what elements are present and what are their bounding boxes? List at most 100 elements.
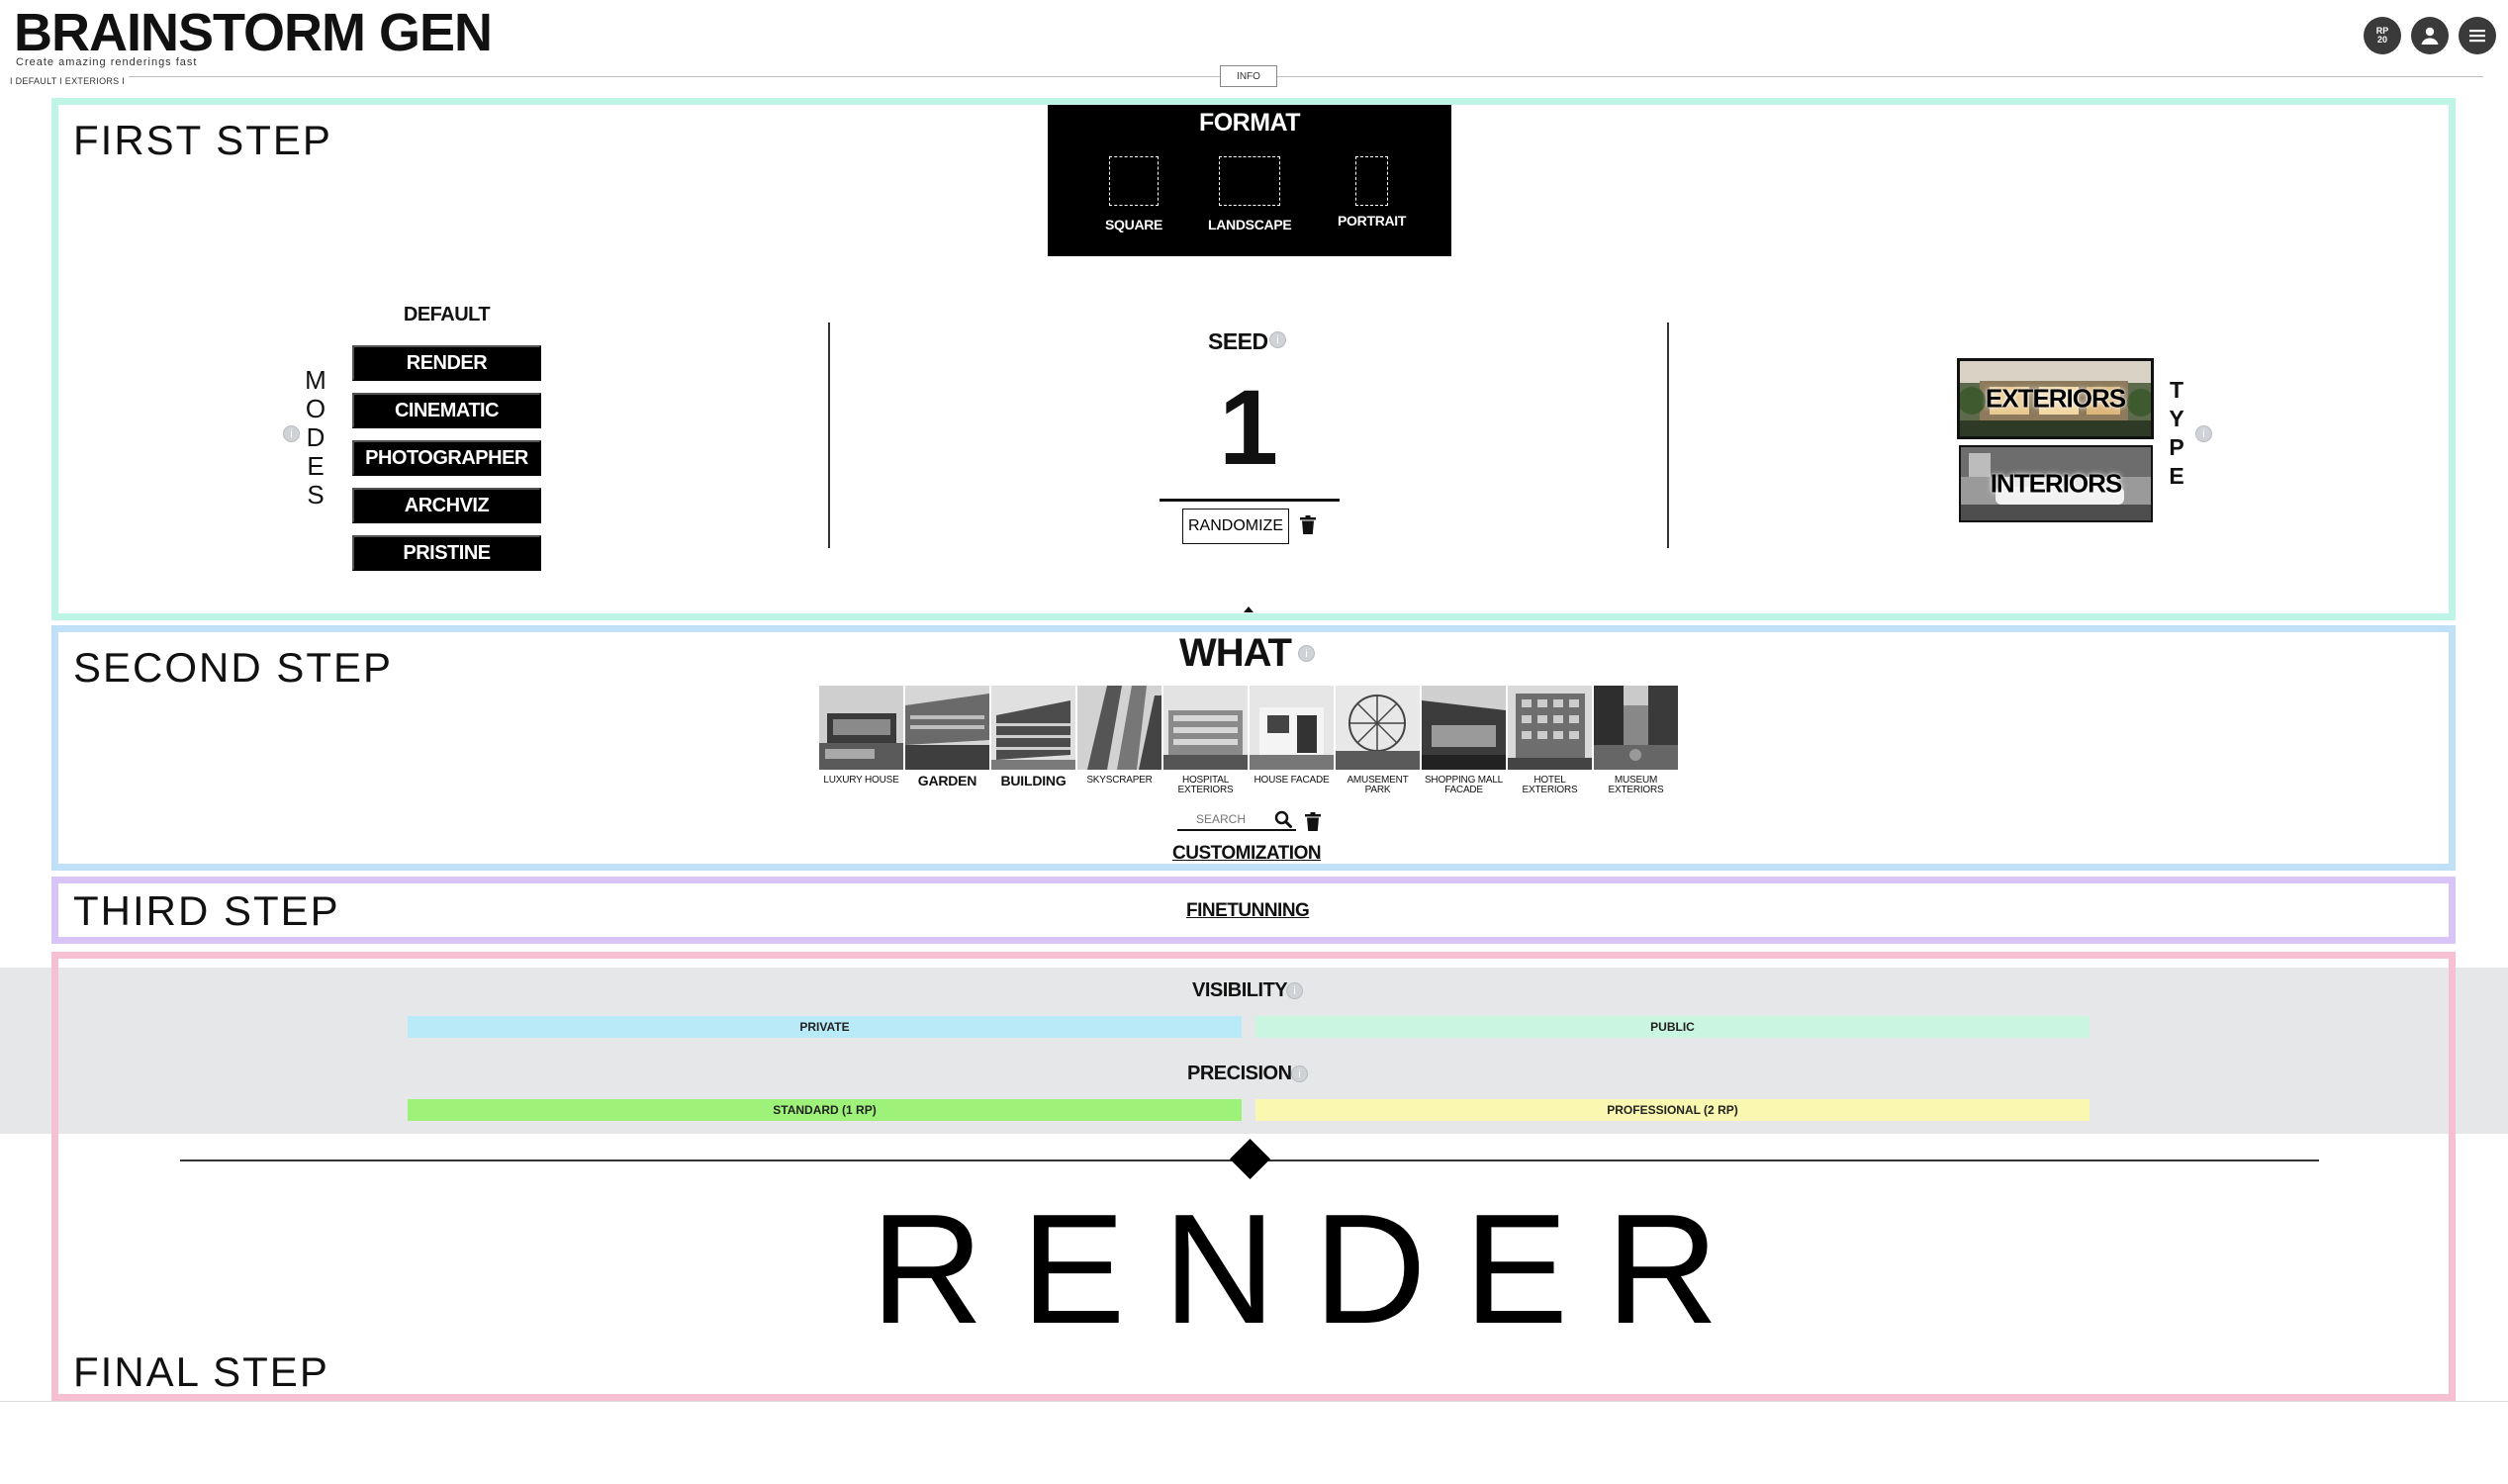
collapse-caret-icon[interactable] (1244, 606, 1254, 612)
garden-image (905, 686, 989, 770)
what-item-museum-exteriors[interactable]: MUSEUM EXTERIORS (1594, 686, 1678, 795)
mode-cinematic-button[interactable]: CINEMATIC (352, 393, 541, 428)
what-title: WHAT (1179, 631, 1292, 675)
info-button[interactable]: INFO (1220, 65, 1277, 87)
what-item-label: HOSPITAL EXTERIORS (1177, 775, 1234, 795)
visibility-public-button[interactable]: PUBLIC (1255, 1016, 2090, 1038)
type-letter: E (2169, 463, 2184, 489)
precision-standard-button[interactable]: STANDARD (1 RP) (408, 1099, 1242, 1121)
what-item-label: AMUSEMENT PARK (1347, 775, 1409, 795)
search-input[interactable] (1177, 809, 1264, 829)
building-image (991, 686, 1075, 770)
type-interiors-card[interactable]: INTERIORS (1959, 445, 2153, 522)
museum-exteriors-image (1594, 686, 1678, 770)
modes-letter: S (307, 480, 325, 510)
landscape-frame-icon (1219, 156, 1281, 206)
what-item-house-facade[interactable]: HOUSE FACADE (1250, 686, 1334, 795)
type-exteriors-label: EXTERIORS (1985, 383, 2126, 414)
type-vertical-label: T Y P E (2165, 376, 2188, 491)
type-interiors-label: INTERIORS (1990, 468, 2123, 499)
hotel-exteriors-image (1508, 686, 1592, 770)
third-step-label: THIRD STEP (73, 887, 340, 934)
type-exteriors-card[interactable]: EXTERIORS (1957, 358, 2154, 439)
format-square-label: SQUARE (1105, 217, 1163, 232)
what-info-icon[interactable]: i (1298, 645, 1315, 662)
search-trash-icon[interactable] (1304, 812, 1322, 832)
amusement-park-image (1336, 686, 1420, 770)
modes-vertical-label: M O D E S (303, 366, 328, 510)
format-portrait[interactable]: PORTRAIT (1338, 156, 1406, 229)
hospital-exteriors-image (1163, 686, 1248, 770)
modes-info-icon[interactable]: i (283, 425, 300, 442)
user-icon[interactable] (2411, 17, 2449, 54)
visibility-info-icon[interactable]: i (1286, 982, 1303, 999)
format-landscape-label: LANDSCAPE (1208, 217, 1292, 232)
what-item-hotel-exteriors[interactable]: HOTEL EXTERIORS (1508, 686, 1592, 795)
seed-value[interactable]: 1 (1160, 374, 1338, 481)
what-item-label: SKYSCRAPER (1086, 775, 1153, 786)
what-item-label: GARDEN (917, 773, 977, 788)
seed-trash-icon[interactable] (1299, 515, 1317, 535)
what-item-label: HOUSE FACADE (1254, 775, 1330, 786)
app-title: BRAINSTORM GEN (14, 3, 493, 62)
seed-underline (1160, 499, 1340, 502)
breadcrumb[interactable]: I DEFAULT I EXTERIORS I (10, 76, 130, 86)
mode-render-button[interactable]: RENDER (352, 345, 541, 381)
precision-title: PRECISION (1187, 1063, 1292, 1084)
what-item-label: MUSEUM EXTERIORS (1608, 775, 1664, 795)
page-bottom-divider (0, 1401, 2508, 1402)
format-landscape[interactable]: LANDSCAPE (1208, 156, 1292, 232)
modes-letter: O (305, 394, 326, 423)
what-item-skyscraper[interactable]: SKYSCRAPER (1077, 686, 1161, 795)
seed-left-divider (828, 323, 830, 548)
render-button[interactable]: RENDER (871, 1191, 1718, 1347)
precision-info-icon[interactable]: i (1291, 1066, 1308, 1082)
second-step-label: SECOND STEP (73, 644, 394, 691)
modes-letter: E (307, 451, 325, 481)
first-step-label: FIRST STEP (73, 117, 332, 163)
precision-professional-button[interactable]: PROFESSIONAL (2 RP) (1255, 1099, 2090, 1121)
what-search (1177, 809, 1296, 831)
seed-title: SEED (1208, 328, 1268, 354)
what-item-hospital-exteriors[interactable]: HOSPITAL EXTERIORS (1163, 686, 1248, 795)
modes-letter: M (305, 365, 326, 395)
luxury-house-image (819, 686, 903, 770)
format-portrait-label: PORTRAIT (1338, 213, 1407, 229)
current-mode-label: DEFAULT (403, 304, 491, 325)
what-item-label: SHOPPING MALL FACADE (1424, 775, 1504, 795)
format-panel: FORMAT SQUARE LANDSCAPE PORTRAIT (1048, 105, 1451, 256)
rp-badge[interactable]: RP 20 (2364, 17, 2401, 54)
seed-right-divider (1667, 323, 1669, 548)
customization-link[interactable]: CUSTOMIZATION (1172, 843, 1322, 865)
format-title: FORMAT (1198, 109, 1301, 137)
rp-value: 20 (2376, 35, 2387, 45)
what-item-shopping-mall-facade[interactable]: SHOPPING MALL FACADE (1422, 686, 1506, 795)
what-item-label: BUILDING (1000, 773, 1067, 788)
what-item-building[interactable]: BUILDING (991, 686, 1075, 795)
search-icon[interactable] (1274, 810, 1292, 828)
app-subtitle: Create amazing renderings fast (16, 56, 198, 68)
finetuning-link[interactable]: FINETUNNING (1186, 900, 1310, 922)
randomize-button[interactable]: RANDOMIZE (1182, 509, 1289, 544)
what-item-luxury-house[interactable]: LUXURY HOUSE (819, 686, 903, 795)
visibility-private-button[interactable]: PRIVATE (408, 1016, 1242, 1038)
final-step-label: FINAL STEP (73, 1348, 329, 1395)
shopping-mall-facade-image (1422, 686, 1506, 770)
type-info-icon[interactable]: i (2195, 425, 2212, 442)
menu-icon[interactable] (2459, 17, 2496, 54)
format-square[interactable]: SQUARE (1105, 156, 1162, 232)
what-item-label: LUXURY HOUSE (823, 775, 899, 786)
mode-pristine-button[interactable]: PRISTINE (352, 535, 541, 571)
what-thumbnails: LUXURY HOUSE GARDEN BUILDING SKYSCRAPER … (819, 686, 1678, 795)
skyscraper-image (1077, 686, 1161, 770)
mode-photographer-button[interactable]: PHOTOGRAPHER (352, 440, 541, 476)
type-letter: P (2169, 434, 2184, 460)
mode-archviz-button[interactable]: ARCHVIZ (352, 488, 541, 523)
square-frame-icon (1109, 156, 1160, 206)
house-facade-image (1250, 686, 1334, 770)
visibility-title: VISIBILITY (1192, 979, 1288, 1001)
modes-letter: D (306, 422, 325, 452)
what-item-garden[interactable]: GARDEN (905, 686, 989, 795)
seed-info-icon[interactable]: i (1269, 331, 1286, 348)
what-item-amusement-park[interactable]: AMUSEMENT PARK (1336, 686, 1420, 795)
